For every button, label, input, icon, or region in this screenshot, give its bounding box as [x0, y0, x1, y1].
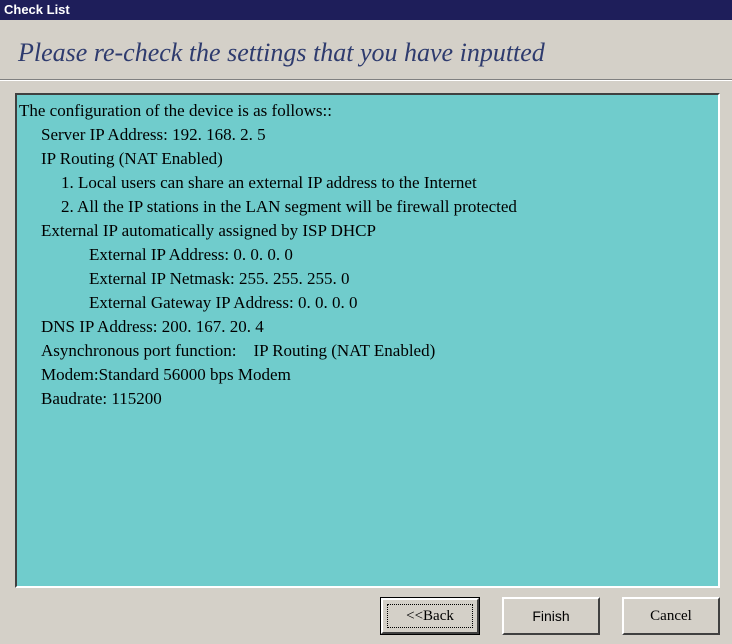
summary-line: The configuration of the device is as fo… [19, 101, 332, 120]
back-button[interactable]: <<Back [380, 597, 480, 635]
check-list-dialog: Check List Please re-check the settings … [0, 0, 732, 644]
summary-line: Asynchronous port function: IP Routing (… [41, 341, 436, 360]
summary-line: DNS IP Address: 200. 167. 20. 4 [41, 317, 264, 336]
back-button-label: <<Back [387, 604, 473, 628]
summary-line: Server IP Address: 192. 168. 2. 5 [41, 125, 266, 144]
summary-line: Modem:Standard 56000 bps Modem [41, 365, 291, 384]
summary-line: 1. Local users can share an external IP … [61, 173, 477, 192]
summary-line: 2. All the IP stations in the LAN segmen… [61, 197, 517, 216]
summary-line: External IP Netmask: 255. 255. 255. 0 [89, 269, 350, 288]
summary-line: External Gateway IP Address: 0. 0. 0. 0 [89, 293, 358, 312]
summary-line: Baudrate: 115200 [41, 389, 162, 408]
finish-button[interactable]: Finish [502, 597, 600, 635]
window-title: Check List [0, 0, 732, 20]
page-heading: Please re-check the settings that you ha… [18, 38, 545, 67]
summary-line: IP Routing (NAT Enabled) [41, 149, 223, 168]
heading-divider [0, 79, 732, 81]
summary-line: External IP automatically assigned by IS… [41, 221, 376, 240]
settings-summary-box[interactable]: The configuration of the device is as fo… [15, 93, 720, 588]
summary-line: External IP Address: 0. 0. 0. 0 [89, 245, 293, 264]
cancel-button[interactable]: Cancel [622, 597, 720, 635]
